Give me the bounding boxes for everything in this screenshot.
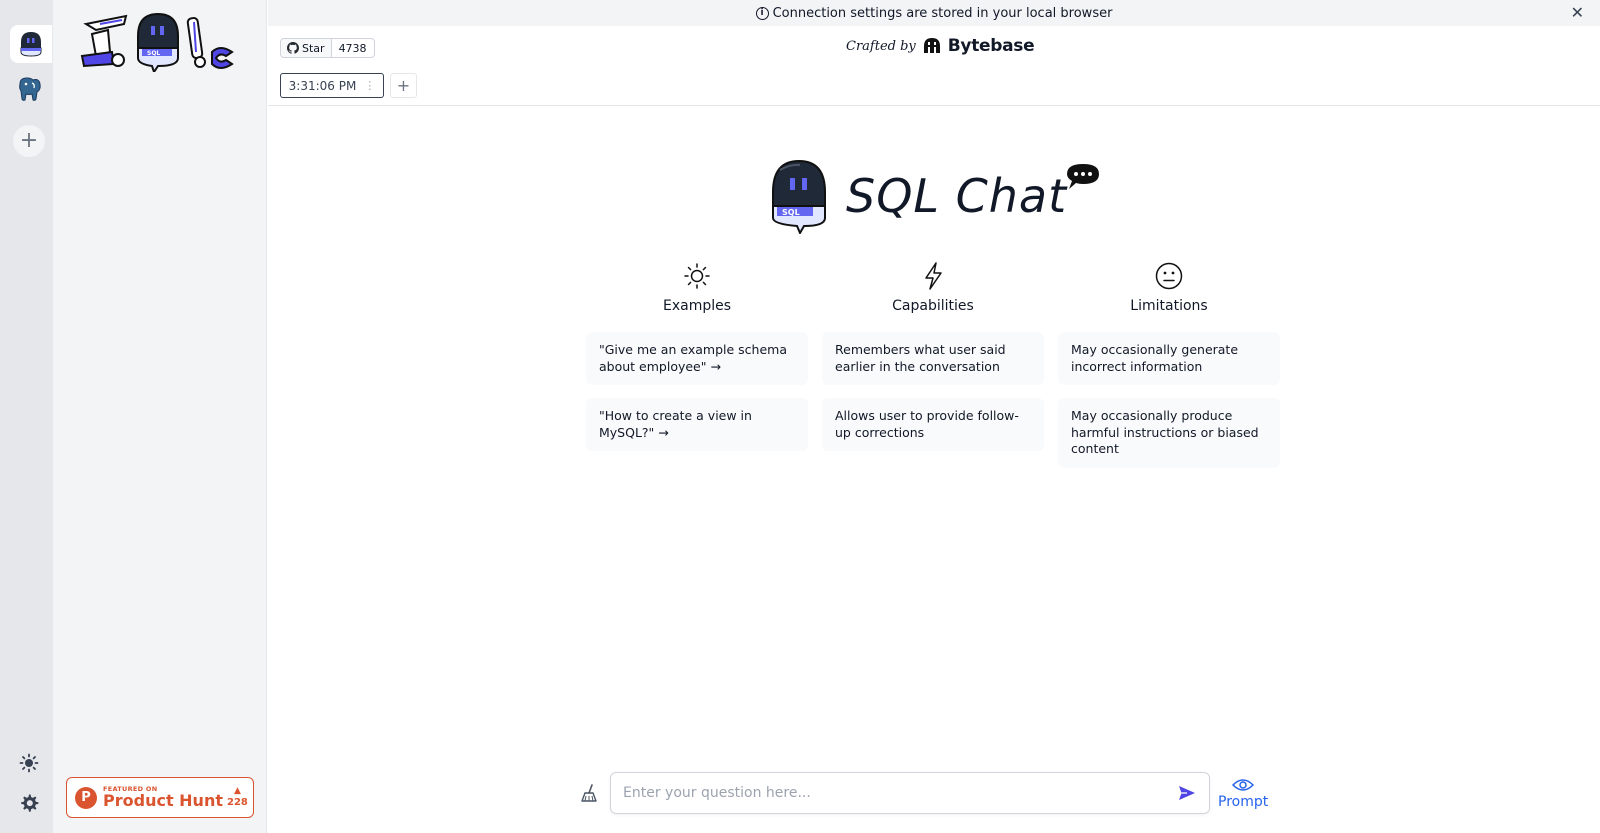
limitations-column: Limitations May occasionally generate in… <box>1058 260 1280 481</box>
example-card[interactable]: "How to create a view in MySQL?" → <box>586 398 808 451</box>
neutral-face-icon <box>1155 262 1183 290</box>
sidebar: SQL P FEATURED ON Product Hunt ▲ 228 <box>53 0 267 833</box>
postgresql-connection-button[interactable] <box>12 72 46 106</box>
prompt-button[interactable]: Prompt <box>1218 776 1268 810</box>
sql-chat-logo: SQL <box>78 12 238 76</box>
capabilities-column: Capabilities Remembers what user said ea… <box>822 260 1044 481</box>
chat-tab[interactable]: 3:31:06 PM ⋮ <box>280 73 384 98</box>
hero-title: SQL Chat <box>846 169 1068 223</box>
github-star-label: Star <box>302 41 325 55</box>
sql-chat-mascots-logo: SQL <box>80 12 234 75</box>
send-icon <box>1179 786 1195 800</box>
hero-logo: SQL SQL Chat <box>770 158 1101 234</box>
info-icon: i <box>755 6 769 20</box>
limitation-card: May occasionally produce harmful instruc… <box>1058 398 1280 468</box>
bytebase-logo-icon <box>923 38 940 53</box>
example-card[interactable]: "Give me an example schema about employe… <box>586 332 808 385</box>
chat-input-row: Prompt <box>578 772 1268 814</box>
product-hunt-name: Product Hunt <box>103 790 223 810</box>
github-star-count: 4738 <box>338 41 367 55</box>
connection-notice-banner: i Connection settings are stored in your… <box>268 0 1600 26</box>
postgresql-elephant-icon <box>19 77 41 101</box>
product-hunt-upvote-count: 228 <box>226 796 248 808</box>
chat-main: i Connection settings are stored in your… <box>268 0 1600 833</box>
capability-card: Allows user to provide follow-up correct… <box>822 398 1044 451</box>
limitations-title: Limitations <box>1130 298 1208 314</box>
github-icon <box>287 42 299 54</box>
product-hunt-badge[interactable]: P FEATURED ON Product Hunt ▲ 228 <box>66 777 254 818</box>
theme-toggle-button[interactable] <box>12 746 46 780</box>
more-vertical-icon[interactable]: ⋮ <box>364 79 375 92</box>
sql-chat-robot-icon: SQL <box>772 159 826 234</box>
limitation-card: May occasionally generate incorrect info… <box>1058 332 1280 385</box>
sun-icon <box>19 753 39 773</box>
crafted-by-link[interactable]: Crafted by Bytebase <box>846 36 1035 56</box>
send-button[interactable] <box>1177 783 1197 803</box>
add-connection-button[interactable]: + <box>12 124 46 158</box>
bytebase-brand: Bytebase <box>947 36 1035 56</box>
question-input[interactable] <box>623 785 1177 801</box>
plus-icon: + <box>19 128 39 153</box>
capability-card: Remembers what user said earlier in the … <box>822 332 1044 385</box>
question-input-box <box>610 772 1210 814</box>
clear-conversation-button[interactable] <box>578 781 602 805</box>
eye-icon <box>1232 779 1255 791</box>
tabs-divider <box>268 105 1600 106</box>
github-star-button[interactable]: Star 4738 <box>280 38 375 58</box>
plus-icon: + <box>396 76 411 95</box>
svg-text:SQL: SQL <box>147 50 160 57</box>
sun-icon <box>684 263 710 289</box>
sql-chat-connection-button[interactable] <box>10 25 52 63</box>
connection-rail: + <box>0 0 53 833</box>
examples-column: Examples "Give me an example schema abou… <box>586 260 808 481</box>
banner-text: Connection settings are stored in your l… <box>772 5 1113 21</box>
svg-text:SQL: SQL <box>782 208 800 217</box>
close-icon[interactable]: ✕ <box>1571 3 1584 22</box>
capabilities-title: Capabilities <box>892 298 974 314</box>
new-chat-tab-button[interactable]: + <box>390 73 417 98</box>
examples-title: Examples <box>662 298 732 314</box>
broom-icon <box>581 784 597 802</box>
product-hunt-icon: P <box>75 786 97 809</box>
settings-button[interactable] <box>12 786 46 820</box>
prompt-button-label: Prompt <box>1218 794 1269 810</box>
chat-tab-label: 3:31:06 PM <box>288 78 357 93</box>
sql-chat-robot-icon <box>20 32 42 57</box>
upvote-triangle-icon: ▲ <box>233 786 241 797</box>
crafted-by-label: Crafted by <box>846 38 916 54</box>
speech-bubble-icon <box>1067 164 1100 189</box>
gear-icon <box>21 794 39 812</box>
intro-columns: Examples "Give me an example schema abou… <box>586 260 1280 481</box>
lightning-icon <box>925 262 942 290</box>
